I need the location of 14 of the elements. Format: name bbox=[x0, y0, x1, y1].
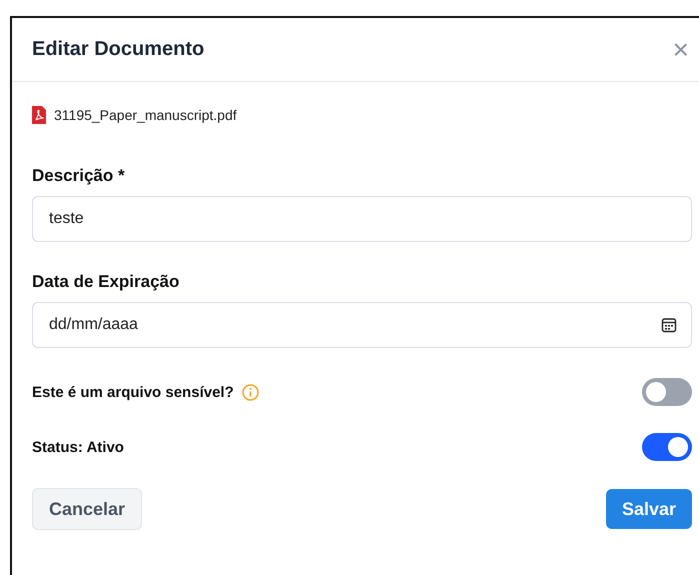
toggle-switch[interactable] bbox=[642, 433, 692, 461]
toggle-label: Este é um arquivo sensível? bbox=[32, 384, 234, 400]
toggle-label: Status: Ativo bbox=[32, 438, 124, 456]
text-field[interactable]: teste bbox=[32, 196, 692, 242]
pdf-file-icon bbox=[32, 106, 46, 124]
cancel-button[interactable]: Cancelar bbox=[32, 488, 142, 530]
toggle-switch[interactable] bbox=[642, 378, 692, 406]
file-name: 31195_Paper_manuscript.pdf bbox=[54, 107, 237, 123]
save-button[interactable]: Salvar bbox=[606, 489, 692, 529]
dialog-title: Editar Documento bbox=[32, 38, 204, 61]
calendar-icon[interactable] bbox=[661, 317, 677, 333]
field-label: Descrição * bbox=[32, 166, 126, 186]
date-field[interactable]: dd/mm/aaaa bbox=[32, 302, 692, 348]
field-label: Data de Expiração bbox=[32, 272, 180, 292]
